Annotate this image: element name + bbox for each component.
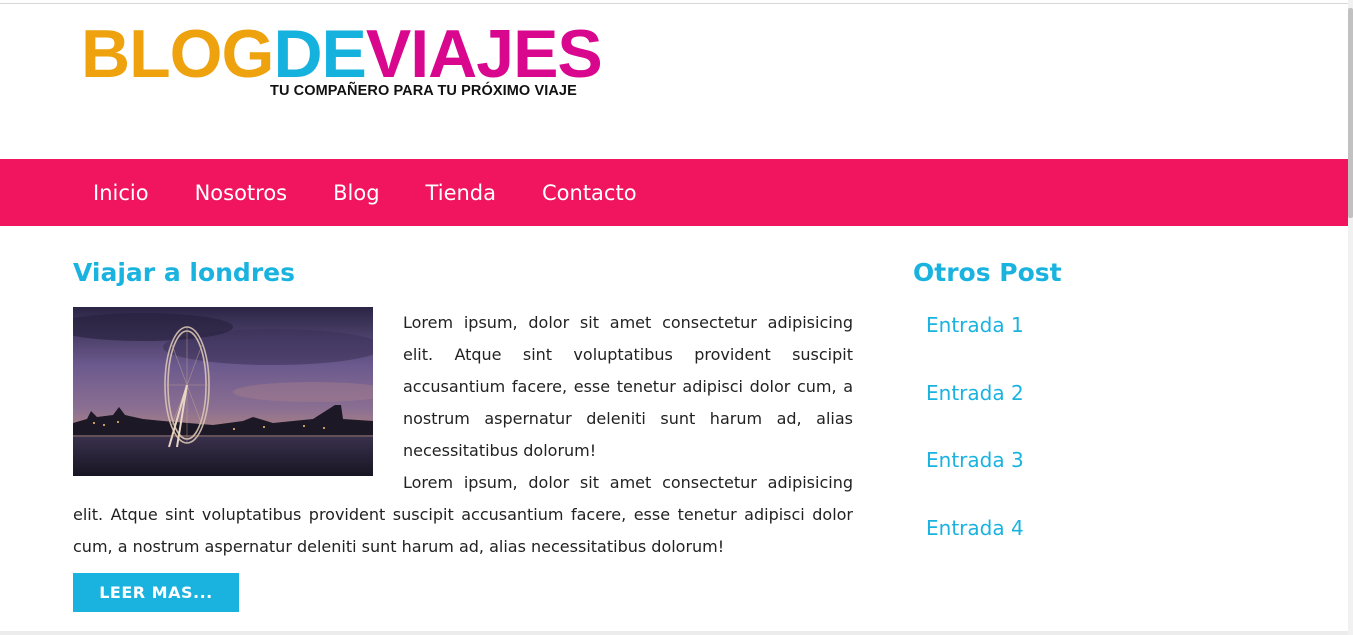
nav-item-tienda: Tienda: [403, 159, 519, 226]
nav-list: Inicio Nosotros Blog Tienda Contacto: [70, 159, 660, 226]
nav-link-blog[interactable]: Blog: [333, 181, 379, 205]
scrollbar-thumb[interactable]: [1348, 8, 1353, 218]
site-logo[interactable]: BLOGDEVIAJES TU COMPAÑERO PARA TU PRÓXIM…: [78, 20, 603, 104]
sidebar-entries: Entrada 1 Entrada 2 Entrada 3 Entrada 4: [926, 313, 1313, 584]
nav-link-nosotros[interactable]: Nosotros: [195, 181, 288, 205]
sidebar-link-entrada-1[interactable]: Entrada 1: [926, 313, 1024, 337]
post-image-london-eye: [73, 307, 373, 476]
sidebar-entry: Entrada 3: [926, 448, 1313, 516]
nav-item-inicio: Inicio: [70, 159, 172, 226]
nav-link-contacto[interactable]: Contacto: [542, 181, 637, 205]
nav-item-contacto: Contacto: [519, 159, 660, 226]
logo-word-viajes: VIAJES: [365, 16, 603, 92]
nav-link-tienda[interactable]: Tienda: [426, 181, 496, 205]
logo-tagline: TU COMPAÑERO PARA TU PRÓXIMO VIAJE: [270, 83, 577, 99]
top-border: [0, 3, 1348, 4]
logo-word-blog: BLOG: [81, 16, 274, 92]
sidebar: Otros Post Entrada 1 Entrada 2 Entrada 3…: [913, 255, 1313, 584]
nav-link-inicio[interactable]: Inicio: [93, 181, 149, 205]
page-scrollbar[interactable]: [1348, 0, 1353, 635]
sidebar-link-entrada-3[interactable]: Entrada 3: [926, 448, 1024, 472]
blog-post: Viajar a londres Lorem ipsum, dolor sit …: [73, 255, 853, 612]
sidebar-entry: Entrada 4: [926, 516, 1313, 584]
bottom-edge: [0, 631, 1348, 635]
sidebar-link-entrada-4[interactable]: Entrada 4: [926, 516, 1024, 540]
sidebar-link-entrada-2[interactable]: Entrada 2: [926, 381, 1024, 405]
post-paragraph-2: Lorem ipsum, dolor sit amet consectetur …: [73, 473, 853, 556]
logo-wordmark: BLOGDEVIAJES: [81, 20, 603, 88]
main-nav: Inicio Nosotros Blog Tienda Contacto: [0, 159, 1348, 226]
sidebar-entry: Entrada 2: [926, 381, 1313, 449]
read-more-button[interactable]: LEER MAS...: [73, 573, 239, 612]
nav-item-nosotros: Nosotros: [172, 159, 311, 226]
post-title: Viajar a londres: [73, 258, 295, 287]
nav-item-blog: Blog: [310, 159, 402, 226]
post-body: Lorem ipsum, dolor sit amet consectetur …: [73, 307, 853, 612]
sidebar-title: Otros Post: [913, 258, 1062, 287]
sidebar-entry: Entrada 1: [926, 313, 1313, 381]
logo-word-de: DE: [273, 16, 366, 92]
